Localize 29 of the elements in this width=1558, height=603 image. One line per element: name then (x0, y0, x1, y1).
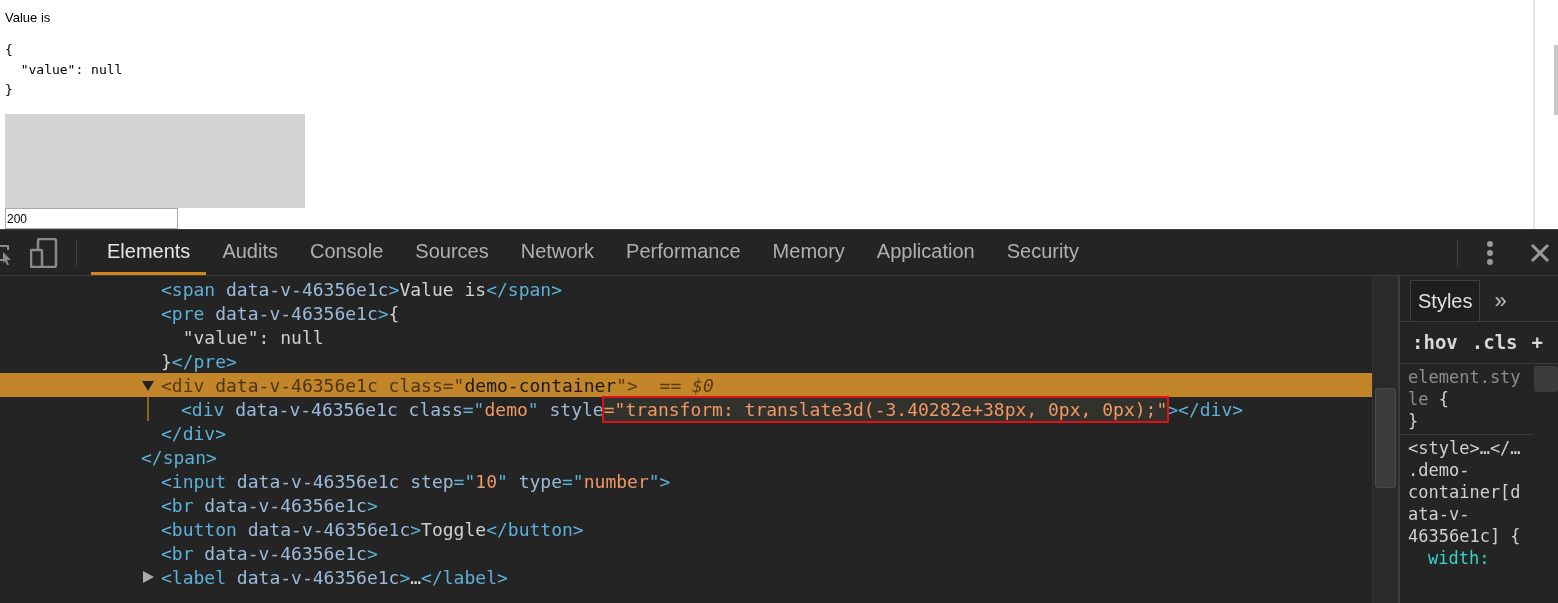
devtools-tab[interactable]: Console (293, 230, 400, 275)
more-tabs-button[interactable]: » (1494, 280, 1507, 321)
number-input[interactable]: 200 (5, 208, 178, 229)
devtools-tab[interactable]: Performance (610, 230, 757, 275)
styles-tab[interactable]: Styles (1410, 280, 1481, 321)
filter-toggle[interactable]: + (1531, 328, 1543, 357)
elements-scrollbar[interactable] (1372, 276, 1398, 603)
close-icon[interactable] (1530, 242, 1550, 263)
expand-triangle-icon[interactable] (141, 378, 155, 392)
more-options-icon[interactable] (1486, 239, 1494, 266)
value-label: Value is (5, 9, 51, 27)
rule-close-brace: } (1408, 410, 1420, 432)
filter-toggle[interactable]: .cls (1471, 328, 1518, 357)
devtools-tab[interactable]: Application (860, 230, 991, 275)
devtools-tab[interactable]: Sources (399, 230, 505, 275)
json-output: { "value": null } (5, 40, 123, 99)
rule-selector: .demo-container[data-v-46356e1c] { (1408, 459, 1522, 547)
devtools-tab[interactable]: Memory (756, 230, 861, 275)
device-toolbar-icon[interactable] (30, 237, 58, 268)
devtools-tab[interactable]: Elements (91, 230, 207, 275)
page-scrollbar[interactable] (1533, 0, 1558, 229)
rule-source[interactable]: <style>…</… (1408, 437, 1526, 459)
css-property[interactable]: width: (1408, 547, 1526, 569)
devtools-tab[interactable]: Audits (206, 230, 294, 275)
devtools-tab[interactable]: Network (504, 230, 611, 275)
rule-selector: element.style { (1408, 366, 1522, 410)
devtools-tab[interactable]: Security (990, 230, 1095, 275)
expand-triangle-icon[interactable] (141, 570, 155, 584)
filter-toggle[interactable]: :hov (1412, 328, 1458, 357)
